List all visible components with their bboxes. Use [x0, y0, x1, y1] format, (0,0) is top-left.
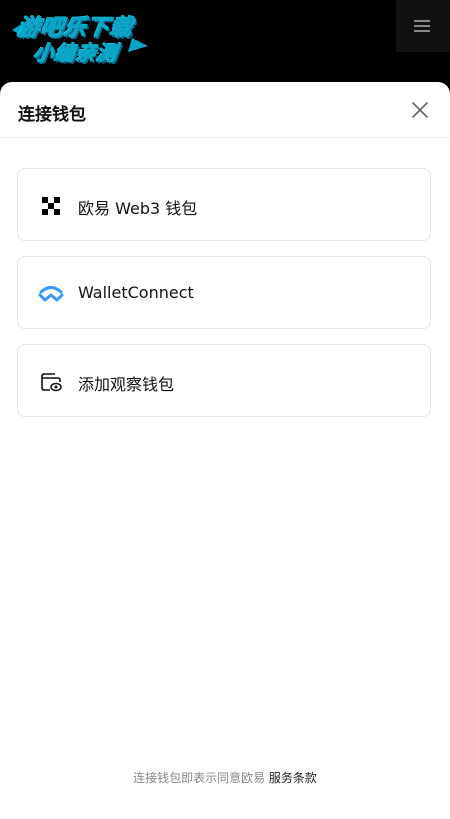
watch-wallet-icon	[41, 373, 62, 392]
option-add-watch-wallet[interactable]: 添加观察钱包	[17, 344, 431, 417]
walletconnect-icon	[38, 286, 64, 302]
option-label: WalletConnect	[78, 283, 194, 302]
option-label: 添加观察钱包	[78, 375, 175, 394]
terms-text: 连接钱包即表示同意欧易	[133, 771, 266, 785]
terms-footer: 连接钱包即表示同意欧易 服务条款	[0, 769, 450, 786]
option-label: 欧易 Web3 钱包	[78, 199, 198, 218]
option-walletconnect[interactable]: WalletConnect	[17, 256, 431, 329]
sheet-title: 连接钱包	[18, 105, 86, 125]
hamburger-menu-icon[interactable]	[414, 17, 432, 33]
okx-logo-icon	[42, 197, 60, 215]
logo-line-2: 小编亲测	[32, 41, 120, 66]
sheet-header: 连接钱包	[0, 82, 450, 138]
top-bar: 游吧乐下载 小编亲测	[0, 0, 450, 66]
option-okx-web3-wallet[interactable]: 欧易 Web3 钱包	[17, 168, 431, 241]
terms-of-service-link[interactable]: 服务条款	[269, 771, 317, 785]
site-logo: 游吧乐下载 小编亲测	[10, 10, 150, 66]
close-icon[interactable]	[410, 100, 430, 120]
connect-wallet-sheet: 连接钱包 欧易 Web3 钱包 WalletConnect 添加观察钱包 连接钱…	[0, 82, 450, 819]
